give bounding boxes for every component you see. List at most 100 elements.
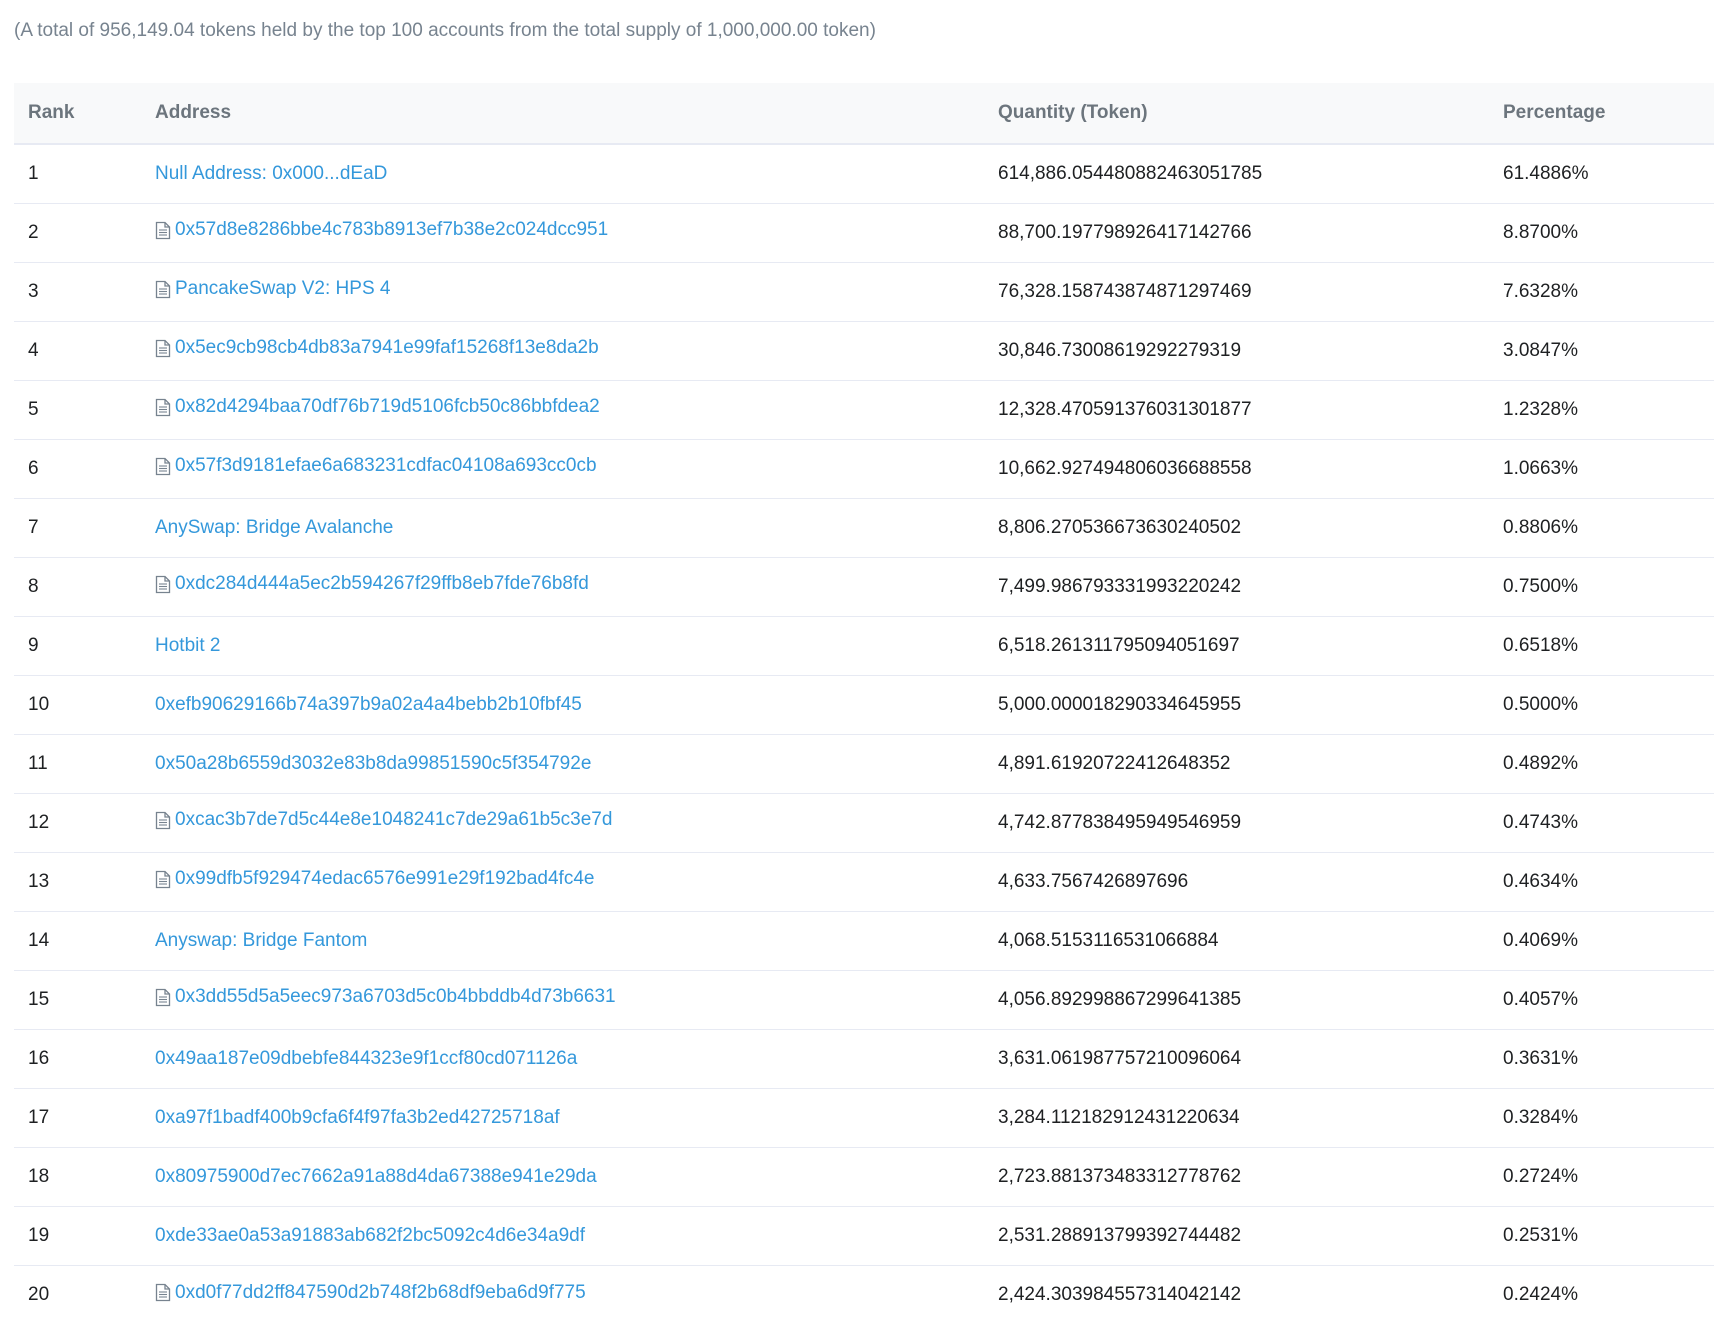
quantity-cell: 4,633.7567426897696: [984, 852, 1489, 912]
address-text: 0xefb90629166b74a397b9a02a4a4bebb2b10fbf…: [155, 693, 582, 715]
contract-file-icon: [155, 870, 171, 889]
address-link[interactable]: 0xcac3b7de7d5c44e8e1048241c7de29a61b5c3e…: [155, 809, 612, 831]
header-row: Rank Address Quantity (Token) Percentage: [14, 83, 1714, 145]
address-link[interactable]: Null Address: 0x000...dEaD: [155, 163, 387, 185]
table-row: 18 0x80975900d7ec7662a91a88d4da67388e941e…: [14, 1147, 1714, 1207]
address-link[interactable]: 0x57f3d9181efae6a683231cdfac04108a693cc0…: [155, 455, 597, 477]
quantity-cell: 10,662.927494806036688558: [984, 439, 1489, 499]
table-row: 17 0xa97f1badf400b9cfa6f4f97fa3b2ed427257…: [14, 1088, 1714, 1148]
address-link[interactable]: 0xd0f77dd2ff847590d2b748f2b68df9eba6d9f7…: [155, 1282, 586, 1304]
percentage-cell: 0.8806%: [1489, 498, 1714, 558]
address-text: 0xa97f1badf400b9cfa6f4f97fa3b2ed42725718…: [155, 1106, 560, 1128]
table-row: 1 Null Address: 0x000...dEaD 614,886.05448…: [14, 144, 1714, 204]
address-link[interactable]: 0x82d4294baa70df76b719d5106fcb50c86bbfde…: [155, 396, 600, 418]
address-link[interactable]: 0xde33ae0a53a91883ab682f2bc5092c4d6e34a9…: [155, 1225, 585, 1247]
percentage-cell: 0.4057%: [1489, 970, 1714, 1030]
table-row: 14 Anyswap: Bridge Fantom 4,068.5153116531…: [14, 911, 1714, 971]
percentage-cell: 0.4634%: [1489, 852, 1714, 912]
address-link[interactable]: 0xdc284d444a5ec2b594267f29ffb8eb7fde76b8…: [155, 573, 589, 595]
header-percentage: Percentage: [1489, 83, 1714, 145]
address-text: 0x50a28b6559d3032e83b8da99851590c5f35479…: [155, 752, 592, 774]
table-row: 9 Hotbit 2 6,518.261311795094051697 0.6518%: [14, 616, 1714, 676]
percentage-cell: 0.7500%: [1489, 557, 1714, 617]
address-link[interactable]: 0x5ec9cb98cb4db83a7941e99faf15268f13e8da…: [155, 337, 599, 359]
address-cell: 0x5ec9cb98cb4db83a7941e99faf15268f13e8da…: [141, 321, 984, 381]
address-cell: 0xde33ae0a53a91883ab682f2bc5092c4d6e34a9…: [141, 1206, 984, 1266]
rank-cell: 7: [14, 498, 141, 558]
rank-cell: 10: [14, 675, 141, 735]
header-quantity: Quantity (Token): [984, 83, 1489, 145]
percentage-cell: 0.4069%: [1489, 911, 1714, 971]
percentage-cell: 0.4892%: [1489, 734, 1714, 794]
contract-file-icon: [155, 398, 171, 417]
address-cell: 0x80975900d7ec7662a91a88d4da67388e941e29…: [141, 1147, 984, 1207]
address-cell: 0xcac3b7de7d5c44e8e1048241c7de29a61b5c3e…: [141, 793, 984, 853]
address-link[interactable]: 0x80975900d7ec7662a91a88d4da67388e941e29…: [155, 1166, 597, 1188]
address-link[interactable]: 0xefb90629166b74a397b9a02a4a4bebb2b10fbf…: [155, 694, 582, 716]
address-link[interactable]: 0xa97f1badf400b9cfa6f4f97fa3b2ed42725718…: [155, 1107, 560, 1129]
address-text: 0x80975900d7ec7662a91a88d4da67388e941e29…: [155, 1165, 597, 1187]
percentage-cell: 0.2424%: [1503, 1283, 1579, 1305]
rank-cell: 2: [14, 203, 141, 263]
table-row: 10 0xefb90629166b74a397b9a02a4a4bebb2b10f…: [14, 675, 1714, 735]
rank-cell: 11: [14, 734, 141, 794]
contract-file-icon: [155, 575, 171, 594]
address-link[interactable]: 0x49aa187e09dbebfe844323e9f1ccf80cd07112…: [155, 1048, 577, 1070]
address-text: AnySwap: Bridge Avalanche: [155, 516, 394, 538]
contract-file-icon: [155, 988, 171, 1007]
percentage-cell: 7.6328%: [1489, 262, 1714, 322]
rank-cell: 17: [14, 1088, 141, 1148]
address-cell: 0xdc284d444a5ec2b594267f29ffb8eb7fde76b8…: [141, 557, 984, 617]
quantity-cell: 4,056.892998867299641385: [984, 970, 1489, 1030]
rank-cell: 3: [14, 262, 141, 322]
address-text: PancakeSwap V2: HPS 4: [175, 278, 391, 300]
quantity-cell: 4,068.5153116531066884: [984, 911, 1489, 971]
address-link[interactable]: 0x57d8e8286bbe4c783b8913ef7b38e2c024dcc9…: [155, 219, 608, 241]
address-text: 0x57d8e8286bbe4c783b8913ef7b38e2c024dcc9…: [175, 219, 609, 241]
quantity-cell: 30,846.73008619292279319: [984, 321, 1489, 381]
percentage-cell: 0.6518%: [1489, 616, 1714, 676]
address-link[interactable]: 0x99dfb5f929474edac6576e991e29f192bad4fc…: [155, 868, 594, 890]
quantity-cell: 76,328.158743874871297469: [984, 262, 1489, 322]
address-text: 0x82d4294baa70df76b719d5106fcb50c86bbfde…: [175, 396, 600, 418]
table-row: 5 0x82d4294baa70df76b719d5106fcb50c86bbfd…: [14, 380, 1714, 440]
address-link[interactable]: 0x50a28b6559d3032e83b8da99851590c5f35479…: [155, 753, 591, 775]
address-text: 0x49aa187e09dbebfe844323e9f1ccf80cd07112…: [155, 1047, 578, 1069]
quantity-cell: 3,284.112182912431220634: [984, 1088, 1489, 1148]
address-link[interactable]: PancakeSwap V2: HPS 4: [155, 278, 390, 300]
quantity-cell: 2,531.288913799392744482: [984, 1206, 1489, 1266]
address-text: Null Address: 0x000...dEaD: [155, 162, 388, 184]
address-cell: Anyswap: Bridge Fantom: [141, 911, 984, 971]
address-link[interactable]: Hotbit 2: [155, 635, 220, 657]
address-text: 0x5ec9cb98cb4db83a7941e99faf15268f13e8da…: [175, 337, 599, 359]
contract-file-icon: [155, 339, 171, 358]
contract-file-icon: [155, 811, 171, 830]
table-row: 20 0xd0f77dd2ff847590d2b748f2b68df9eba6d9…: [14, 1265, 1714, 1324]
address-link[interactable]: 0x3dd55d5a5eec973a6703d5c0b4bbddb4d73b66…: [155, 986, 616, 1008]
rank-cell: 18: [14, 1147, 141, 1207]
quantity-cell: 7,499.986793331993220242: [984, 557, 1489, 617]
rank-cell: 4: [14, 321, 141, 381]
quantity-cell: 2,723.881373483312778762: [984, 1147, 1489, 1207]
table-row: 16 0x49aa187e09dbebfe844323e9f1ccf80cd071…: [14, 1029, 1714, 1089]
address-cell: 0x57f3d9181efae6a683231cdfac04108a693cc0…: [141, 439, 984, 499]
address-cell: 0x57d8e8286bbe4c783b8913ef7b38e2c024dcc9…: [141, 203, 984, 263]
percentage-cell: 8.8700%: [1489, 203, 1714, 263]
quantity-cell: 4,891.61920722412648352: [984, 734, 1489, 794]
quantity-cell: 2,424.303984557314042142: [998, 1283, 1242, 1305]
rank-cell: 13: [14, 852, 141, 912]
percentage-cell: 1.0663%: [1489, 439, 1714, 499]
address-link[interactable]: AnySwap: Bridge Avalanche: [155, 517, 393, 539]
contract-file-icon: [155, 1283, 171, 1302]
address-link[interactable]: Anyswap: Bridge Fantom: [155, 930, 367, 952]
address-cell: 0x99dfb5f929474edac6576e991e29f192bad4fc…: [141, 852, 984, 912]
contract-file-icon: [155, 221, 171, 240]
quantity-cell: 88,700.197798926417142766: [984, 203, 1489, 263]
table-row: 4 0x5ec9cb98cb4db83a7941e99faf15268f13e8d…: [14, 321, 1714, 381]
quantity-cell: 6,518.261311795094051697: [984, 616, 1489, 676]
table-row: 7 AnySwap: Bridge Avalanche 8,806.27053667…: [14, 498, 1714, 558]
address-cell: 0xefb90629166b74a397b9a02a4a4bebb2b10fbf…: [141, 675, 984, 735]
table-header: Rank Address Quantity (Token) Percentage: [14, 83, 1714, 145]
address-cell: 0x50a28b6559d3032e83b8da99851590c5f35479…: [141, 734, 984, 794]
address-text: Hotbit 2: [155, 634, 221, 656]
